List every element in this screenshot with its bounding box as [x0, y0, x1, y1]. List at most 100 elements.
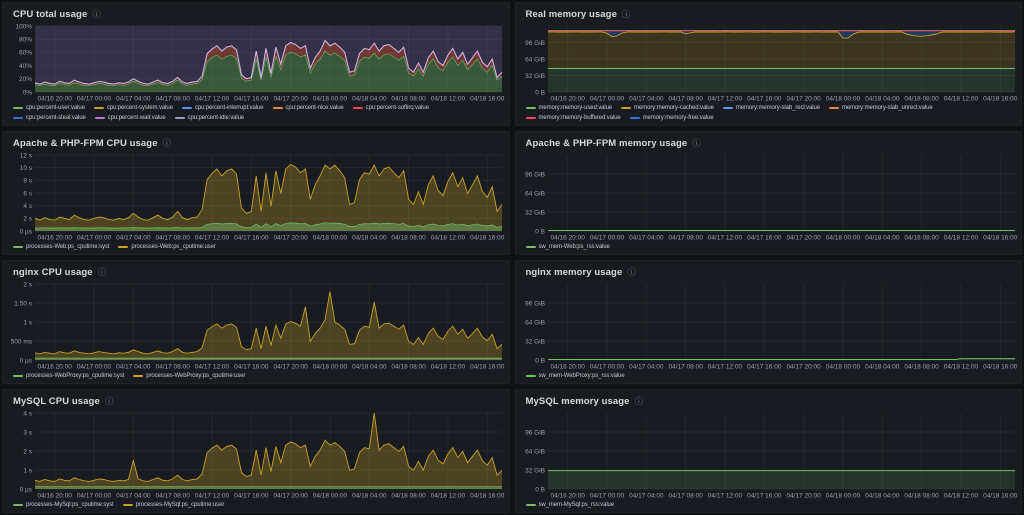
- legend-item[interactable]: memory:memory-buffered:value: [526, 113, 621, 123]
- legend-item[interactable]: cpu:percent-softirq:value: [353, 103, 429, 113]
- chart-area[interactable]: 0 B32 GiB64 GiB96 GiB04/16 20:0004/17 00…: [516, 22, 1022, 103]
- x-tick-label: 04/17 04:00: [116, 493, 151, 500]
- panel-title[interactable]: nginx memory usage: [526, 267, 623, 278]
- legend-swatch: [273, 107, 283, 109]
- legend-item[interactable]: cpu:percent-idle:value: [175, 113, 245, 123]
- legend-swatch: [13, 117, 23, 119]
- panel-title[interactable]: MySQL CPU usage: [13, 396, 100, 407]
- legend-item[interactable]: memory:memory-free:value: [630, 113, 714, 123]
- info-icon[interactable]: ⓘ: [98, 268, 107, 276]
- y-tick-label: 2 s: [23, 281, 32, 288]
- y-tick-label: 40%: [19, 63, 32, 70]
- chart-area[interactable]: 0 µs2 s4 s6 s8 s10 s12 s04/16 20:0004/17…: [3, 151, 509, 242]
- panel-title[interactable]: MySQL memory usage: [526, 396, 630, 407]
- x-tick-label: 04/18 00:00: [825, 235, 860, 242]
- panel-header: CPU total usage ⓘ: [3, 3, 509, 22]
- panel-title[interactable]: nginx CPU usage: [13, 267, 93, 278]
- time-series-chart[interactable]: 0 B32 GiB64 GiB96 GiB04/16 20:0004/17 00…: [516, 151, 1022, 242]
- x-tick-label: 04/17 16:00: [747, 235, 782, 242]
- panel-title[interactable]: Apache & PHP-FPM memory usage: [526, 138, 688, 149]
- time-series-chart[interactable]: 0 B32 GiB64 GiB96 GiB04/16 20:0004/17 00…: [516, 22, 1022, 103]
- info-icon[interactable]: ⓘ: [163, 139, 172, 147]
- info-icon[interactable]: ⓘ: [692, 139, 701, 147]
- legend-swatch: [526, 117, 536, 119]
- legend-swatch: [13, 107, 23, 109]
- chart-area[interactable]: 0 µs500 ms1 s1.50 s2 s04/16 20:0004/17 0…: [3, 280, 509, 371]
- x-tick-label: 04/18 04:00: [352, 235, 387, 242]
- time-series-chart[interactable]: 0 µs1 s2 s3 s4 s04/16 20:0004/17 00:0004…: [3, 409, 509, 500]
- x-tick-label: 04/18 12:00: [943, 96, 978, 103]
- legend-item[interactable]: memory:memory-slab_unrecl:value: [829, 103, 933, 113]
- chart-area[interactable]: 0 µs1 s2 s3 s4 s04/16 20:0004/17 00:0004…: [3, 409, 509, 500]
- legend-item[interactable]: sw_mem-MySql:ps_rss:value: [526, 500, 615, 510]
- time-series-chart[interactable]: 0 B32 GiB64 GiB96 GiB04/16 20:0004/17 00…: [516, 409, 1022, 500]
- y-tick-label: 0 B: [535, 486, 545, 493]
- legend-item[interactable]: cpu:percent-user:value: [13, 103, 85, 113]
- legend-item[interactable]: memory:memory-slab_recl:value: [723, 103, 820, 113]
- chart-area[interactable]: 0 B32 GiB64 GiB96 GiB04/16 20:0004/17 00…: [516, 409, 1022, 500]
- legend-item[interactable]: cpu:percent-interrupt:value: [182, 103, 264, 113]
- x-tick-label: 04/18 04:00: [352, 364, 387, 371]
- legend-swatch: [175, 117, 185, 119]
- legend-swatch: [13, 504, 23, 506]
- panel-title[interactable]: Real memory usage: [526, 9, 617, 20]
- time-series-chart[interactable]: 0 B32 GiB64 GiB96 GiB04/16 20:0004/17 00…: [516, 280, 1022, 371]
- x-tick-label: 04/18 16:00: [470, 493, 505, 500]
- legend-item[interactable]: processes-WebProxy:ps_cputime:user: [133, 371, 245, 381]
- info-icon[interactable]: ⓘ: [627, 268, 636, 276]
- legend-item[interactable]: sw_mem-WebProxy:ps_rss:value: [526, 371, 625, 381]
- x-tick-label: 04/17 12:00: [707, 493, 742, 500]
- y-tick-label: 64 GiB: [525, 319, 545, 326]
- x-tick-label: 04/16 20:00: [550, 96, 585, 103]
- legend-label: cpu:percent-softirq:value: [366, 103, 429, 113]
- chart-area[interactable]: 0 B32 GiB64 GiB96 GiB04/16 20:0004/17 00…: [516, 151, 1022, 242]
- time-series-chart[interactable]: 0 µs2 s4 s6 s8 s10 s12 s04/16 20:0004/17…: [3, 151, 509, 242]
- legend-item[interactable]: cpu:percent-nice:value: [273, 103, 344, 113]
- legend: memory:memory-used:value memory:memory-ca…: [516, 103, 1022, 125]
- legend-item[interactable]: processes-MySql:ps_cputime:user: [123, 500, 225, 510]
- chart-area[interactable]: 0 B32 GiB64 GiB96 GiB04/16 20:0004/17 00…: [516, 280, 1022, 371]
- legend-item[interactable]: cpu:percent-system:value: [94, 103, 173, 113]
- chart-area[interactable]: 0%20%40%60%80%100%04/16 20:0004/17 00:00…: [3, 22, 509, 103]
- legend-item[interactable]: cpu:percent-steal:value: [13, 113, 86, 123]
- x-tick-label: 04/17 20:00: [273, 235, 308, 242]
- legend: cpu:percent-user:value cpu:percent-system…: [3, 103, 509, 125]
- panel-header: nginx memory usage ⓘ: [516, 261, 1022, 280]
- panel-title[interactable]: CPU total usage: [13, 9, 87, 20]
- legend-swatch: [118, 246, 128, 248]
- x-tick-label: 04/17 16:00: [234, 493, 269, 500]
- legend-item[interactable]: processes-WebProxy:ps_cputime:syst: [13, 371, 124, 381]
- x-tick-label: 04/18 08:00: [904, 493, 939, 500]
- x-tick-label: 04/17 04:00: [629, 235, 664, 242]
- x-tick-label: 04/17 04:00: [629, 364, 664, 371]
- legend-label: memory:memory-buffered:value: [539, 113, 621, 123]
- legend-item[interactable]: sw_mem-Web:ps_rss:value: [526, 242, 610, 252]
- y-tick-label: 3 s: [23, 429, 32, 436]
- x-tick-label: 04/18 08:00: [391, 364, 426, 371]
- time-series-chart[interactable]: 0%20%40%60%80%100%04/16 20:0004/17 00:00…: [3, 22, 509, 103]
- legend-item[interactable]: memory:memory-cached:value: [621, 103, 714, 113]
- x-tick-label: 04/17 08:00: [155, 96, 190, 103]
- legend-item[interactable]: processes-Web:ps_cputime:user: [118, 242, 215, 252]
- info-icon[interactable]: ⓘ: [635, 397, 644, 405]
- x-tick-label: 04/16 20:00: [37, 96, 72, 103]
- panel-title[interactable]: Apache & PHP-FPM CPU usage: [13, 138, 158, 149]
- x-tick-label: 04/18 04:00: [865, 235, 900, 242]
- panel-header: MySQL CPU usage ⓘ: [3, 390, 509, 409]
- x-tick-label: 04/17 08:00: [155, 364, 190, 371]
- panel-cpu-total-usage: CPU total usage ⓘ 0%20%40%60%80%100%04/1…: [2, 2, 510, 126]
- info-icon[interactable]: ⓘ: [92, 10, 101, 18]
- legend-label: sw_mem-MySql:ps_rss:value: [539, 500, 615, 510]
- legend-item[interactable]: processes-MySql:ps_cputime:syst: [13, 500, 114, 510]
- y-tick-label: 1 s: [23, 467, 32, 474]
- x-tick-label: 04/18 08:00: [391, 96, 426, 103]
- legend-item[interactable]: cpu:percent-wait:value: [95, 113, 166, 123]
- legend-item[interactable]: memory:memory-used:value: [526, 103, 613, 113]
- info-icon[interactable]: ⓘ: [622, 10, 631, 18]
- legend: sw_mem-WebProxy:ps_rss:value: [516, 371, 1022, 383]
- info-icon[interactable]: ⓘ: [105, 397, 114, 405]
- x-tick-label: 04/17 12:00: [195, 493, 230, 500]
- legend-item[interactable]: processes-Web:ps_cputime:syst: [13, 242, 109, 252]
- legend-label: memory:memory-slab_unrecl:value: [842, 103, 933, 113]
- time-series-chart[interactable]: 0 µs500 ms1 s1.50 s2 s04/16 20:0004/17 0…: [3, 280, 509, 371]
